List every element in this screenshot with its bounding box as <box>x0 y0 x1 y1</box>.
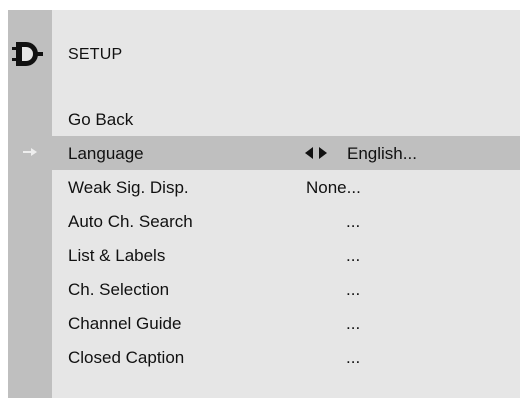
menu-item-closed-caption[interactable]: Closed Caption ... <box>8 340 520 374</box>
menu-item-language[interactable]: Language English... <box>8 136 520 170</box>
menu-item-label: Closed Caption <box>68 348 185 367</box>
left-right-arrows-icon[interactable] <box>305 147 327 159</box>
menu-item-label: Channel Guide <box>68 314 182 333</box>
plug-connector-icon <box>12 42 43 66</box>
menu-item-value: ... <box>346 314 361 333</box>
menu-item-value: ... <box>346 280 361 299</box>
menu-item-channel-selection[interactable]: Ch. Selection ... <box>8 272 520 306</box>
menu-item-label: Weak Sig. Disp. <box>68 178 189 197</box>
menu-item-label: Go Back <box>68 110 134 129</box>
menu-item-label: List & Labels <box>68 246 166 265</box>
menu-item-channel-guide[interactable]: Channel Guide ... <box>8 306 520 340</box>
menu-item-value: ... <box>346 348 361 367</box>
setup-menu-list: Go Back Language English... Weak Sig. Di… <box>8 102 520 374</box>
menu-item-value: ... <box>346 212 361 231</box>
menu-item-value: None... <box>306 178 361 197</box>
right-arrow-icon <box>23 148 37 156</box>
menu-item-weak-signal-display[interactable]: Weak Sig. Disp. None... <box>8 170 520 204</box>
menu-header: SETUP <box>8 38 520 72</box>
menu-item-list-labels[interactable]: List & Labels ... <box>8 238 520 272</box>
menu-item-auto-channel-search[interactable]: Auto Ch. Search ... <box>8 204 520 238</box>
menu-item-value: ... <box>346 246 361 265</box>
menu-item-label: Auto Ch. Search <box>68 212 193 231</box>
setup-menu-panel: SETUP Go Back Language English... Weak S… <box>8 10 520 398</box>
menu-item-label: Language <box>68 144 144 163</box>
menu-item-go-back[interactable]: Go Back <box>8 102 520 136</box>
menu-item-value: English... <box>347 144 417 163</box>
page-title: SETUP <box>68 46 123 63</box>
menu-item-label: Ch. Selection <box>68 280 170 299</box>
